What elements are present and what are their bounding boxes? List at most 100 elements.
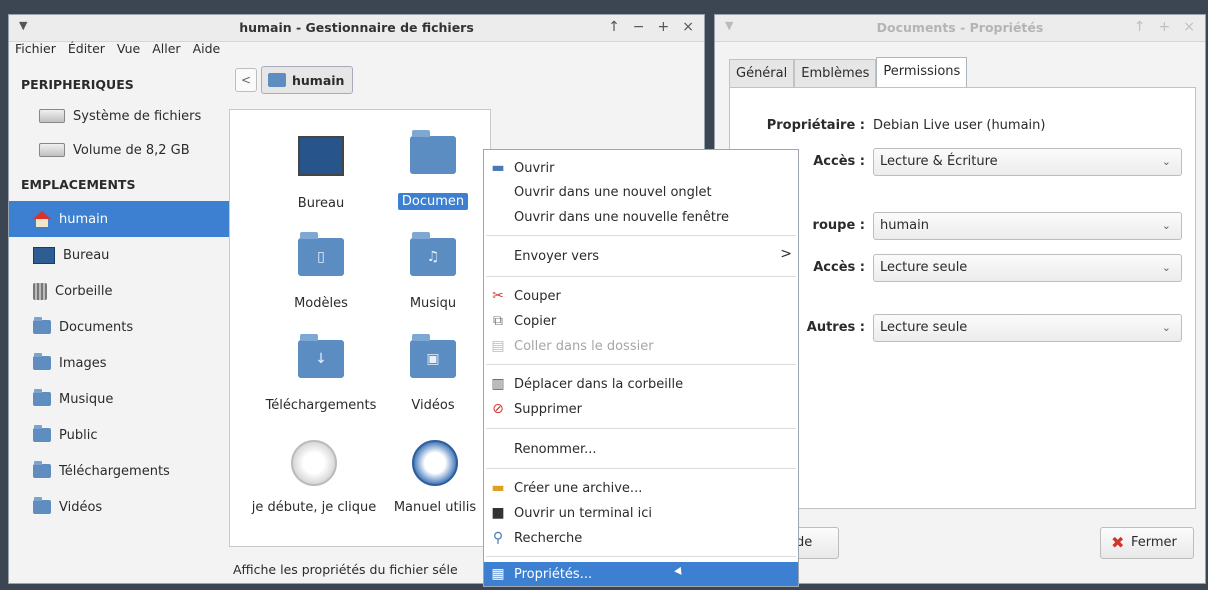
- menu-item-ouvrir-fenetre[interactable]: Ouvrir dans une nouvelle fenêtre: [484, 205, 798, 229]
- menu-item-label: Coller dans le dossier: [514, 338, 654, 354]
- menu-item-coller[interactable]: ▤ Coller dans le dossier: [484, 334, 798, 358]
- maximize-button[interactable]: +: [1159, 19, 1171, 35]
- close-button-label: Fermer: [1131, 535, 1177, 550]
- sidebar-item-telechargements[interactable]: Téléchargements: [9, 453, 229, 489]
- tab-permissions[interactable]: Permissions: [876, 57, 968, 89]
- menu-editer[interactable]: Éditer: [68, 41, 105, 61]
- menu-fichier[interactable]: Fichier: [15, 41, 56, 61]
- sidebar-item-videos[interactable]: Vidéos: [9, 489, 229, 525]
- sidebar-item-label: Téléchargements: [59, 463, 170, 479]
- sidebar-item-musique[interactable]: Musique: [9, 381, 229, 417]
- file-item-label: Modèles: [294, 296, 348, 311]
- archive-icon: ▬: [491, 480, 505, 496]
- menu-item-ouvrir-onglet[interactable]: Ouvrir dans une nouvel onglet: [484, 180, 798, 204]
- tab-emblemes[interactable]: Emblèmes: [794, 59, 877, 88]
- file-item-bureau[interactable]: Bureau: [246, 136, 396, 211]
- menu-item-copier[interactable]: ⧉ Copier: [484, 309, 798, 333]
- minimize-button[interactable]: −: [633, 19, 645, 35]
- sidebar-item-humain[interactable]: humain: [9, 201, 229, 237]
- sidebar-item-label: Volume de 8,2 GB: [73, 142, 190, 158]
- chevron-down-icon: ⌄: [1161, 155, 1171, 168]
- owner-label: Propriétaire :: [766, 118, 865, 133]
- group-access-select[interactable]: Lecture seule ⌄: [873, 254, 1182, 282]
- close-button[interactable]: ×: [682, 19, 694, 35]
- menu-item-label: Recherche: [514, 530, 583, 546]
- debian-icon: [291, 440, 337, 486]
- menu-item-label: Ouvrir un terminal ici: [514, 505, 653, 521]
- menu-item-label: Ouvrir dans une nouvelle fenêtre: [514, 209, 730, 225]
- file-item-je-debute[interactable]: je débute, je clique: [234, 440, 394, 515]
- tab-general[interactable]: Général: [729, 59, 795, 88]
- menu-item-corbeille[interactable]: ▥ Déplacer dans la corbeille: [484, 372, 798, 396]
- file-item-musique[interactable]: ♫ Musiqu: [378, 232, 488, 311]
- sidebar-item-label: Public: [59, 427, 98, 443]
- sidebar-header-devices: PERIPHERIQUES: [21, 77, 134, 92]
- file-icon-view[interactable]: Bureau Documen ▯ Modèles ♫ Musiqu ↓ Télé…: [229, 109, 491, 547]
- properties-titlebar[interactable]: ▼ Documents - Propriétés ↑ + ×: [715, 15, 1205, 42]
- owner-row: Propriétaire : Debian Live user (humain): [730, 112, 1195, 140]
- drive-icon: [39, 143, 65, 157]
- open-icon: ▬: [491, 160, 505, 176]
- sidebar-item-volume[interactable]: Volume de 8,2 GB: [9, 133, 229, 167]
- menu-item-envoyer-vers[interactable]: Envoyer vers >: [484, 244, 798, 268]
- file-manager-titlebar[interactable]: ▼ humain - Gestionnaire de fichiers ↑ − …: [9, 15, 704, 42]
- menu-separator: [486, 364, 796, 365]
- chevron-down-icon: ⌄: [1161, 219, 1171, 232]
- others-select[interactable]: Lecture seule ⌄: [873, 314, 1182, 342]
- close-button[interactable]: ×: [1183, 19, 1195, 35]
- path-button-humain[interactable]: humain: [261, 66, 354, 94]
- sidebar-item-bureau[interactable]: Bureau: [9, 237, 229, 273]
- menu-item-archive[interactable]: ▬ Créer une archive...: [484, 476, 798, 500]
- menu-item-ouvrir[interactable]: ▬ Ouvrir: [484, 156, 798, 180]
- owner-access-select[interactable]: Lecture & Écriture ⌄: [873, 148, 1182, 176]
- file-item-manuel[interactable]: Manuel utilis: [380, 440, 490, 515]
- close-dialog-button[interactable]: ✖ Fermer: [1100, 527, 1194, 559]
- menu-item-label: Ouvrir: [514, 160, 555, 176]
- menu-aide[interactable]: Aide: [193, 41, 221, 61]
- menu-item-couper[interactable]: ✂ Couper: [484, 284, 798, 308]
- menu-separator: [486, 428, 796, 429]
- properties-icon: ▦: [491, 566, 505, 582]
- menu-separator: [486, 468, 796, 469]
- menu-separator: [486, 235, 796, 236]
- group-select[interactable]: humain ⌄: [873, 212, 1182, 240]
- file-item-label: Musiqu: [409, 296, 457, 311]
- sidebar-item-label: Vidéos: [59, 499, 103, 515]
- sidebar-item-corbeille[interactable]: Corbeille: [9, 273, 229, 309]
- menu-item-recherche[interactable]: ⚲ Recherche: [484, 526, 798, 550]
- menu-item-supprimer[interactable]: ⊘ Supprimer: [484, 397, 798, 421]
- permissions-panel: Propriétaire : Debian Live user (humain)…: [729, 87, 1196, 509]
- always-on-top-button[interactable]: ↑: [608, 19, 620, 35]
- others-label: Autres :: [806, 320, 865, 335]
- back-button[interactable]: <: [235, 68, 257, 92]
- folder-icon: [33, 497, 51, 514]
- close-icon: ✖: [1111, 533, 1125, 552]
- menu-aller[interactable]: Aller: [152, 41, 180, 61]
- sidebar-item-label: humain: [59, 211, 108, 227]
- menu-item-proprietes[interactable]: ▦ Propriétés...: [484, 562, 798, 586]
- menu-item-terminal[interactable]: ■ Ouvrir un terminal ici: [484, 501, 798, 525]
- maximize-button[interactable]: +: [658, 19, 670, 35]
- menu-vue[interactable]: Vue: [117, 41, 140, 61]
- paste-icon: ▤: [491, 338, 505, 354]
- file-item-label: Manuel utilis: [393, 500, 477, 515]
- menu-item-label: Créer une archive...: [514, 480, 643, 496]
- sidebar-item-public[interactable]: Public: [9, 417, 229, 453]
- file-item-documents[interactable]: Documen: [378, 130, 488, 210]
- others-row: Autres : Lecture seule ⌄: [730, 314, 1195, 342]
- sidebar-item-documents[interactable]: Documents: [9, 309, 229, 345]
- window-controls: ↑ + ×: [1134, 19, 1195, 35]
- file-item-modeles[interactable]: ▯ Modèles: [246, 232, 396, 311]
- menu-item-renommer[interactable]: Renommer...: [484, 437, 798, 461]
- group-value: humain: [880, 218, 929, 233]
- file-item-videos[interactable]: ▣ Vidéos: [378, 334, 488, 413]
- menu-item-label: Ouvrir dans une nouvel onglet: [514, 184, 712, 200]
- folder-icon: [33, 425, 51, 442]
- trash-icon: ▥: [491, 376, 505, 392]
- sidebar-item-images[interactable]: Images: [9, 345, 229, 381]
- sidebar-item-filesystem[interactable]: Système de fichiers: [9, 99, 229, 133]
- file-item-telechargements[interactable]: ↓ Téléchargements: [246, 334, 396, 413]
- debian-manual-icon: [412, 440, 458, 486]
- desktop-icon: [298, 136, 344, 176]
- always-on-top-button[interactable]: ↑: [1134, 19, 1146, 35]
